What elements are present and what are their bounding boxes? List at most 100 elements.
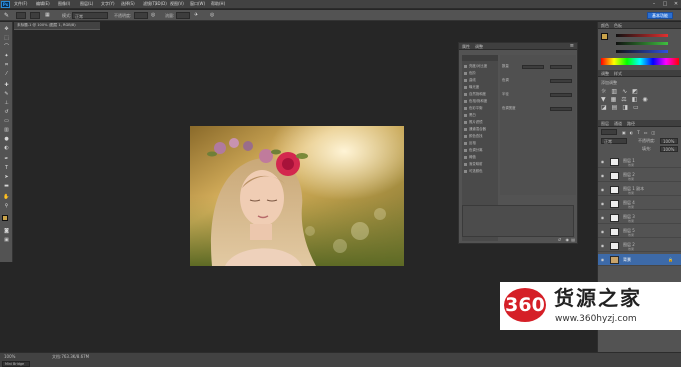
marquee-tool-icon[interactable]: ⬚ — [3, 35, 10, 41]
color-ramp[interactable] — [601, 58, 679, 65]
threshold-icon[interactable]: ◨ — [622, 104, 633, 111]
exposure-icon[interactable]: ◩ — [632, 88, 643, 95]
layer-row[interactable]: ◉ 图层 1 副本 效果 — [598, 184, 681, 196]
adjustment-item[interactable]: 颜色查找 — [464, 134, 498, 140]
adjustment-item[interactable]: 黑白 — [464, 113, 498, 119]
foreground-color-swatch[interactable] — [2, 215, 8, 221]
tab-paths[interactable]: 路径 — [627, 121, 635, 126]
menu-layer[interactable]: 图层(L) — [80, 2, 93, 6]
gradient-tool-icon[interactable]: ▥ — [3, 127, 10, 133]
tool-preset-picker[interactable] — [16, 12, 26, 19]
blend-mode-select[interactable]: 正常 — [601, 138, 627, 144]
tab-color[interactable]: 颜色 — [601, 23, 609, 28]
flow-input[interactable] — [176, 12, 190, 19]
red-slider[interactable] — [616, 34, 668, 37]
brush-panel-icon[interactable]: ▦ — [45, 12, 53, 19]
menu-select[interactable]: 选择(S) — [121, 2, 135, 6]
menu-file[interactable]: 文件(F) — [14, 2, 27, 6]
eye-icon[interactable]: ◉ — [600, 187, 605, 192]
hue-icon[interactable]: ▦ — [611, 96, 622, 103]
layer-opacity-input[interactable]: 100% — [660, 138, 678, 144]
healing-brush-tool-icon[interactable]: ✚ — [3, 82, 10, 88]
screen-mode-icon[interactable]: ▣ — [3, 237, 10, 243]
tab-styles[interactable]: 样式 — [614, 71, 622, 76]
adjustment-item[interactable]: 色阶 — [464, 71, 498, 77]
adjustment-item[interactable]: 曝光度 — [464, 85, 498, 91]
airbrush-icon[interactable]: ✈ — [194, 12, 201, 19]
clone-stamp-tool-icon[interactable]: ⊥ — [3, 100, 10, 106]
levels-icon[interactable]: ▥ — [611, 88, 622, 95]
tonal-width-input[interactable] — [550, 107, 572, 111]
amount-input[interactable] — [550, 65, 572, 69]
tab-adjustments[interactable]: 调整 — [475, 44, 483, 49]
menu-window[interactable]: 窗口(W) — [190, 2, 205, 6]
filter-shape-icon[interactable]: ▭ — [644, 130, 652, 135]
opacity-input[interactable] — [134, 12, 148, 19]
eye-icon[interactable]: ◉ — [600, 159, 605, 164]
bw-icon[interactable]: ◧ — [632, 96, 643, 103]
menu-help[interactable]: 帮助(H) — [211, 2, 225, 6]
eye-icon[interactable]: ◉ — [600, 257, 605, 262]
path-select-tool-icon[interactable]: ➤ — [3, 174, 10, 180]
close-icon[interactable]: ✕ — [673, 1, 679, 7]
tab-layers[interactable]: 图层 — [601, 121, 609, 126]
eraser-tool-icon[interactable]: ▭ — [3, 118, 10, 124]
adjustment-item[interactable]: 亮度/对比度 — [464, 64, 498, 70]
layer-row[interactable]: ◉ 图层 2 效果 — [598, 170, 681, 182]
gradient-map-icon[interactable]: ▭ — [633, 104, 644, 111]
move-tool-icon[interactable]: ✥ — [3, 26, 10, 32]
posterize-icon[interactable]: ▤ — [612, 104, 623, 111]
adjustment-item[interactable]: 渐变映射 — [464, 162, 498, 168]
tab-adjustments-dock[interactable]: 调整 — [601, 71, 609, 76]
panel-menu-icon[interactable]: ≡ — [570, 43, 574, 49]
layer-row[interactable]: ◉ 图层 3 效果 — [598, 212, 681, 224]
tab-swatches[interactable]: 色板 — [614, 23, 622, 28]
tab-properties[interactable]: 属性 — [462, 44, 470, 49]
type-tool-icon[interactable]: T — [3, 165, 10, 171]
menu-image[interactable]: 图像(I) — [58, 2, 70, 6]
quick-mask-icon[interactable]: ◙ — [3, 228, 10, 234]
vibrance-icon[interactable]: ▼ — [601, 96, 611, 103]
minimize-icon[interactable]: – — [651, 1, 657, 7]
menu-edit[interactable]: 编辑(E) — [36, 2, 50, 6]
filter-pixel-icon[interactable]: ▣ — [622, 130, 630, 135]
workspace-switcher[interactable]: 基本功能 — [647, 12, 673, 19]
crop-tool-icon[interactable]: ⌗ — [3, 62, 10, 68]
eye-icon[interactable]: ◉ — [600, 229, 605, 234]
shape-tool-icon[interactable]: ▬ — [3, 183, 10, 189]
adjustment-item[interactable]: 阈值 — [464, 155, 498, 161]
balance-icon[interactable]: ⚖ — [621, 96, 631, 103]
layer-row-selected[interactable]: ◉ 背景 🔒 — [598, 254, 681, 266]
visibility-icon[interactable]: ◉ — [566, 237, 570, 242]
eyedropper-tool-icon[interactable]: ⁄ — [3, 71, 10, 77]
brush-tool-icon[interactable]: ✎ — [4, 12, 11, 19]
adjustment-item[interactable]: 色调分离 — [464, 148, 498, 154]
blue-slider[interactable] — [616, 50, 668, 53]
eye-icon[interactable]: ◉ — [600, 201, 605, 206]
reset-icon[interactable]: ↺ — [558, 237, 561, 242]
green-slider[interactable] — [616, 42, 668, 45]
layer-row[interactable]: ◉ 图层 2 效果 — [598, 240, 681, 252]
menu-type[interactable]: 文字(Y) — [101, 2, 115, 6]
mode-select[interactable]: 正常 — [72, 12, 108, 19]
layer-fill-input[interactable]: 100% — [660, 146, 678, 152]
brush-size-picker[interactable] — [30, 12, 40, 19]
mini-bridge-tab[interactable]: Mini Bridge — [2, 361, 30, 367]
adjustment-item[interactable]: 照片滤镜 — [464, 120, 498, 126]
adjustment-item[interactable]: 色相/饱和度 — [464, 99, 498, 105]
canvas-image[interactable] — [190, 126, 404, 266]
adjustment-item[interactable]: 反相 — [464, 141, 498, 147]
adjustment-item[interactable]: 曲线 — [464, 78, 498, 84]
adjustment-item[interactable]: 自然饱和度 — [464, 92, 498, 98]
radius-input[interactable] — [550, 93, 572, 97]
photo-filter-icon[interactable]: ◉ — [642, 96, 652, 103]
menu-3d[interactable]: 3D(D) — [155, 2, 167, 6]
layer-filter-kind[interactable] — [601, 129, 617, 135]
amount-slider[interactable] — [522, 65, 544, 69]
brightness-icon[interactable]: ☼ — [601, 88, 611, 95]
pen-tool-icon[interactable]: ✒ — [3, 156, 10, 162]
brush-tool-icon[interactable]: ✎ — [3, 91, 10, 97]
maximize-icon[interactable]: □ — [662, 1, 668, 7]
zoom-tool-icon[interactable]: ⚲ — [3, 203, 10, 209]
invert-icon[interactable]: ◪ — [601, 104, 612, 111]
